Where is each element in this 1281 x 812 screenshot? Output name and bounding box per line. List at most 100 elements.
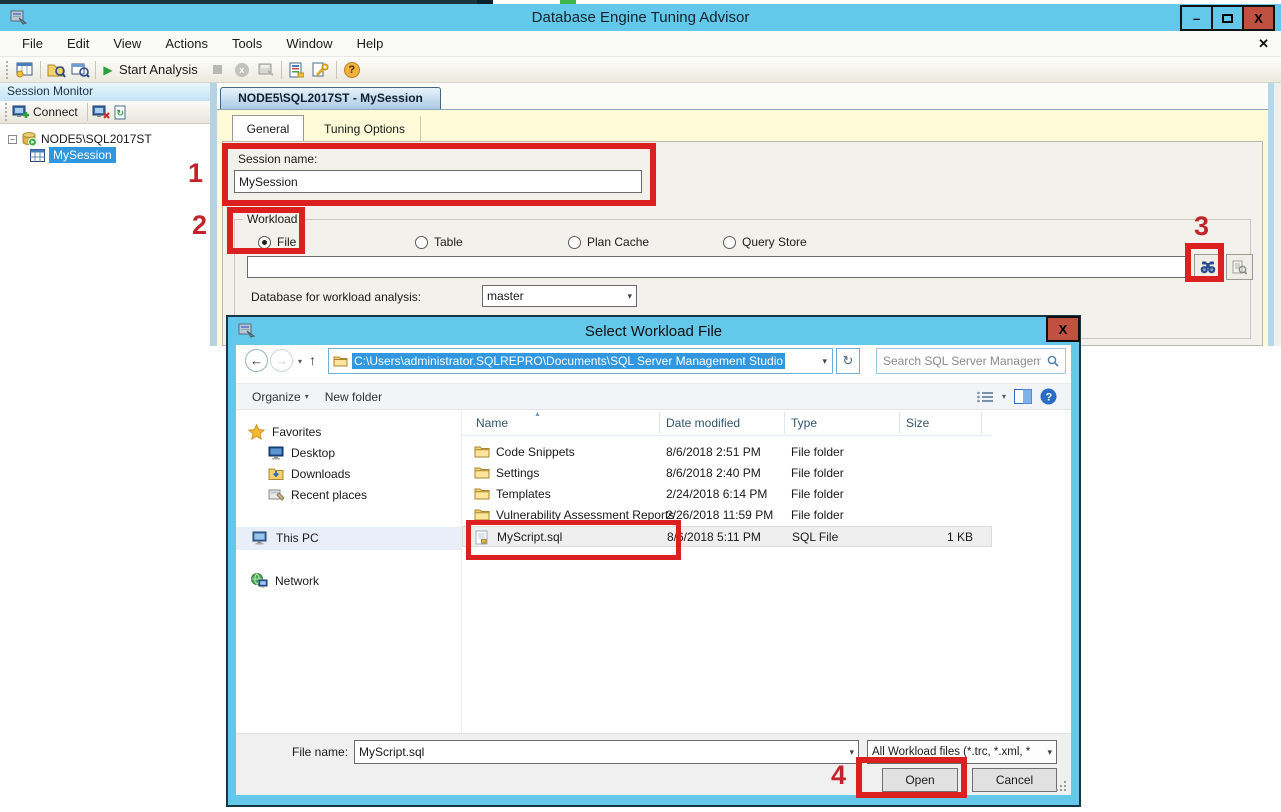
search-icon[interactable]: [1041, 355, 1065, 367]
new-session-icon[interactable]: [13, 59, 37, 81]
column-date-modified[interactable]: Date modified: [666, 416, 740, 430]
cancel-button[interactable]: Cancel: [972, 768, 1057, 792]
tab-general[interactable]: General: [232, 115, 304, 142]
sidebar-item-network[interactable]: Network: [250, 573, 319, 588]
radio-plan-cache[interactable]: Plan Cache: [568, 235, 649, 249]
report-magnifier-icon: [1232, 260, 1247, 275]
forward-button[interactable]: →: [270, 349, 293, 372]
organize-menu[interactable]: Organize ▾: [252, 390, 309, 404]
menu-window[interactable]: Window: [274, 36, 344, 51]
menu-view[interactable]: View: [101, 36, 153, 51]
database-select-value: master: [487, 289, 524, 303]
refresh-button[interactable]: ↻: [836, 348, 860, 374]
session-icon: [30, 148, 45, 162]
annotation-number-3: 3: [1194, 211, 1210, 241]
explorer-body: Favorites Desktop Downloads Recent place…: [236, 410, 1071, 733]
tab-tuning[interactable]: Tuning Options: [309, 116, 421, 143]
chevron-down-icon: ▾: [627, 290, 632, 301]
places-sidebar: Favorites Desktop Downloads Recent place…: [236, 410, 461, 733]
server-node-label[interactable]: NODE5\SQL2017ST: [41, 132, 152, 146]
search-input[interactable]: [877, 354, 1041, 368]
radio-query-store[interactable]: Query Store: [723, 235, 807, 249]
file-name-combo[interactable]: MyScript.sql ▾: [354, 740, 859, 764]
database-analysis-label: Database for workload analysis:: [251, 290, 422, 304]
session-monitor-header: Session Monitor: [0, 83, 210, 101]
annotation-number-2: 2: [192, 210, 208, 240]
database-select[interactable]: master ▾: [482, 285, 637, 307]
column-name[interactable]: Name: [476, 416, 508, 430]
network-icon: [250, 573, 268, 588]
dialog-close-icon: X: [1058, 321, 1068, 337]
annotation-box-3: [1185, 243, 1224, 282]
file-row-settings[interactable]: Settings 8/6/2018 2:40 PM File folder: [462, 463, 992, 484]
radio-table[interactable]: Table: [415, 235, 463, 249]
help-icon[interactable]: ?: [340, 59, 364, 81]
toolbar-grip[interactable]: [6, 60, 10, 79]
annotation-box-2: [227, 207, 305, 254]
up-button[interactable]: ↑: [309, 352, 316, 368]
close-button[interactable]: X: [1242, 5, 1275, 31]
address-bar[interactable]: C:\Users\administrator.SQLREPRO\Document…: [328, 348, 833, 374]
resize-grip[interactable]: [1056, 781, 1066, 791]
stop-analysis-icon[interactable]: [206, 59, 230, 81]
sidebar-item-favorites[interactable]: Favorites: [248, 424, 321, 440]
menu-bar: File Edit View Actions Tools Window Help: [0, 31, 1281, 57]
this-pc-icon: [252, 531, 269, 545]
annotation-number-1: 1: [188, 158, 204, 188]
session-node-label[interactable]: MySession: [49, 147, 116, 163]
menu-actions[interactable]: Actions: [153, 36, 220, 51]
main-scrollbar[interactable]: [1274, 83, 1281, 346]
command-bar: Organize ▾ New folder ▾ ?: [236, 383, 1071, 410]
sidebar-item-recent-places[interactable]: Recent places: [268, 488, 367, 502]
history-dropdown-icon[interactable]: ▾: [298, 357, 302, 366]
tree-node-session[interactable]: MySession: [30, 147, 116, 163]
svg-text:↻: ↻: [117, 108, 125, 118]
expander-icon[interactable]: −: [8, 134, 17, 144]
cancel-analysis-icon[interactable]: x: [230, 59, 254, 81]
file-row-templates[interactable]: Templates 2/24/2018 6:14 PM File folder: [462, 484, 992, 505]
close-icon: X: [1254, 10, 1263, 26]
report-icon[interactable]: [285, 59, 309, 81]
address-dropdown-icon[interactable]: ▾: [817, 356, 832, 367]
sidebar-item-this-pc[interactable]: This PC: [252, 531, 319, 545]
new-folder-button[interactable]: New folder: [325, 390, 382, 404]
view-options-button[interactable]: [976, 390, 994, 404]
column-size[interactable]: Size: [906, 416, 929, 430]
menu-edit[interactable]: Edit: [55, 36, 101, 51]
sidebar-item-desktop[interactable]: Desktop: [268, 446, 335, 460]
panel-splitter[interactable]: [210, 83, 217, 346]
sidebar-item-downloads[interactable]: Downloads: [268, 467, 350, 481]
open-workload-icon[interactable]: [68, 59, 92, 81]
connect-icon[interactable]: [12, 105, 30, 120]
file-row-code-snippets[interactable]: Code Snippets 8/6/2018 2:51 PM File folder: [462, 442, 992, 463]
view-options-dropdown-icon[interactable]: ▾: [1002, 392, 1006, 401]
column-type[interactable]: Type: [791, 416, 817, 430]
connect-button[interactable]: Connect: [33, 105, 78, 119]
dialog-help-button[interactable]: ?: [1040, 388, 1057, 405]
radio-table-icon: [415, 235, 428, 249]
session-monitor-title: Session Monitor: [7, 84, 94, 98]
maximize-button[interactable]: [1211, 5, 1244, 31]
refresh-session-icon[interactable]: ↻: [111, 101, 131, 123]
minimize-button[interactable]: –: [1180, 5, 1213, 31]
downloads-icon: [268, 467, 284, 481]
preview-pane-button[interactable]: [1014, 389, 1032, 404]
disconnect-icon[interactable]: [91, 101, 111, 123]
menu-tools[interactable]: Tools: [220, 36, 274, 51]
menu-help[interactable]: Help: [345, 36, 396, 51]
organize-dropdown-icon: ▾: [304, 392, 309, 401]
apply-recommendations-icon[interactable]: [254, 59, 278, 81]
document-tab[interactable]: NODE5\SQL2017ST - MySession: [220, 87, 441, 109]
minimize-icon: –: [1192, 10, 1201, 26]
preview-workload-button[interactable]: [1226, 254, 1253, 280]
toolbar-close-icon[interactable]: ✕: [1258, 36, 1269, 52]
menu-file[interactable]: File: [10, 36, 55, 51]
workload-file-input[interactable]: [247, 256, 1188, 278]
dialog-close-button[interactable]: X: [1046, 316, 1080, 342]
tuning-options-icon[interactable]: [309, 59, 333, 81]
open-session-icon[interactable]: [44, 59, 68, 81]
start-analysis-button[interactable]: Start Analysis: [119, 62, 198, 77]
start-analysis-icon[interactable]: ▶: [99, 59, 117, 81]
tree-node-server[interactable]: − NODE5\SQL2017ST: [8, 131, 152, 147]
back-button[interactable]: ←: [245, 349, 268, 372]
